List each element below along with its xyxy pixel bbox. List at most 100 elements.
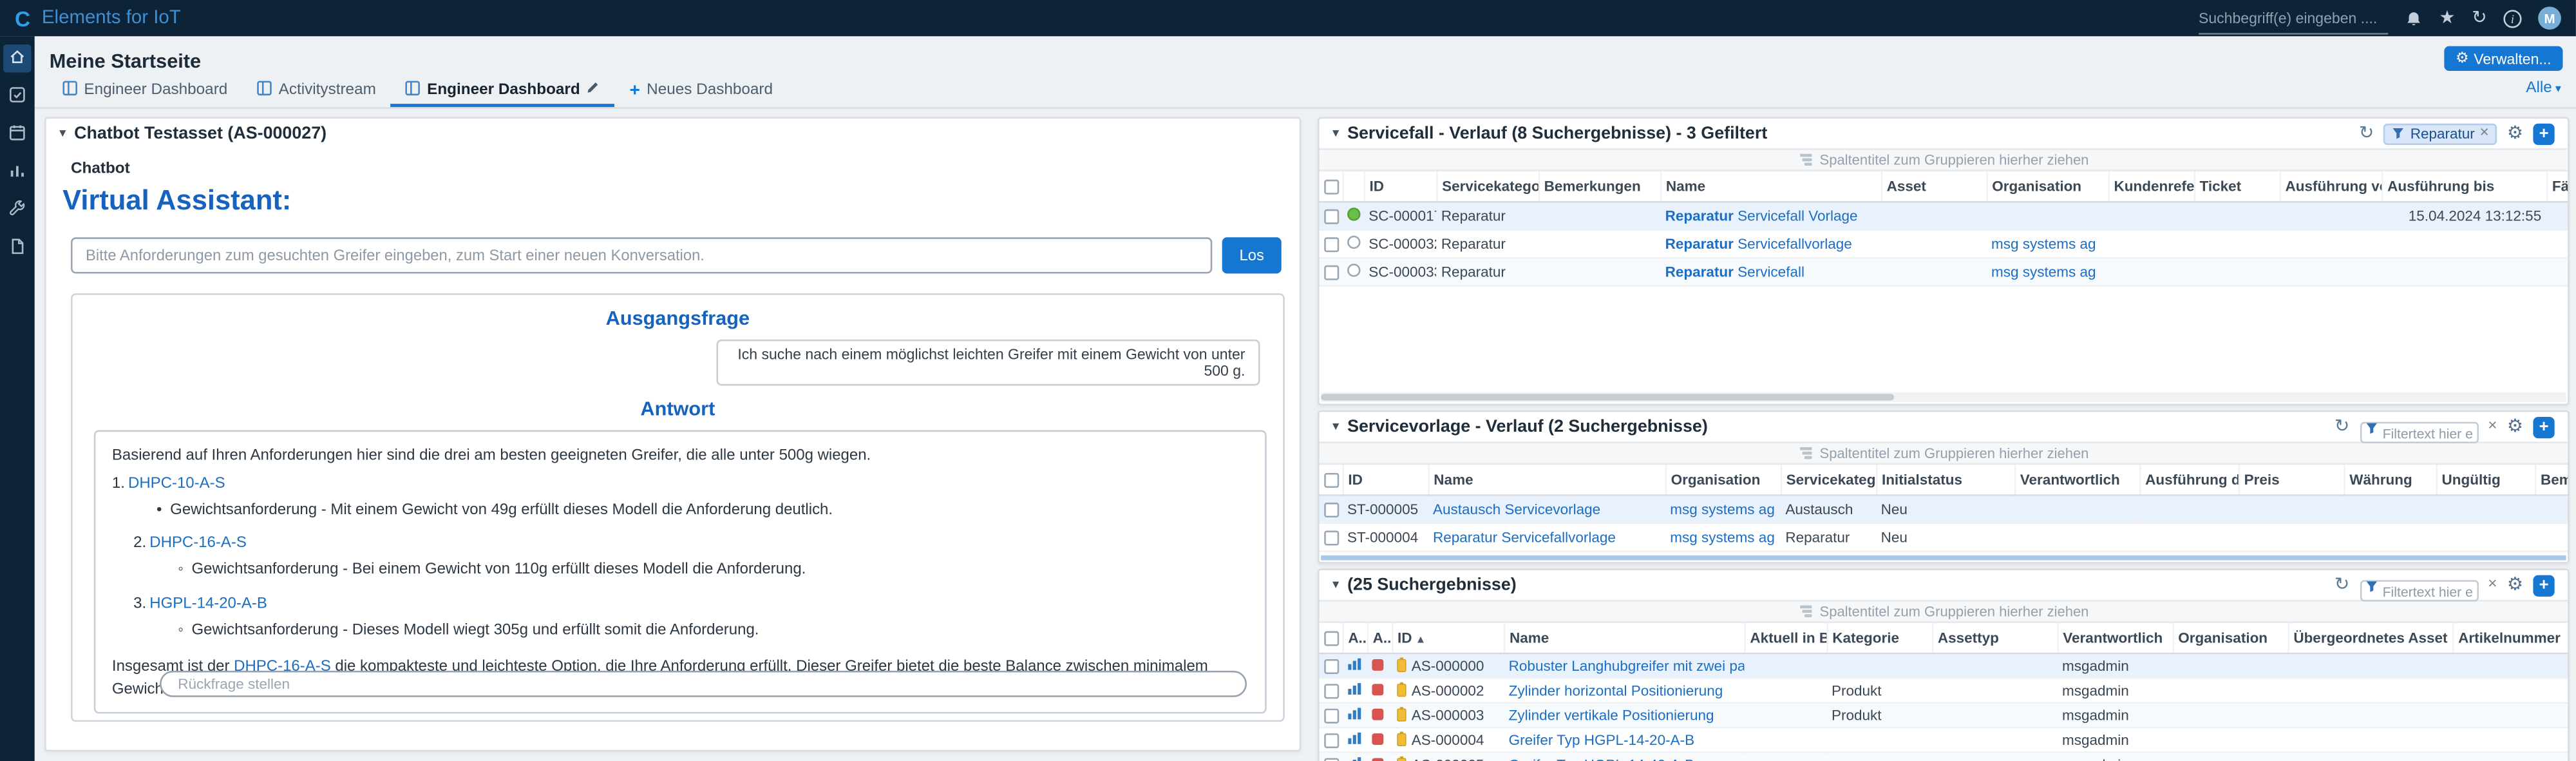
row-checkbox[interactable] (1324, 530, 1339, 544)
asset-name-link[interactable]: Zylinder vertikale Positionierung (1509, 707, 1714, 724)
col-header-initialstatus[interactable]: Initialstatus (1876, 465, 2014, 495)
table-row[interactable]: AS-000004 Greifer Typ HGPL-14-20-A-B msg… (1320, 727, 2568, 752)
col-header-uebergeordnetes-asset[interactable]: Übergeordnetes Asset (2287, 623, 2452, 653)
add-servicefall-button[interactable]: + (2533, 123, 2554, 144)
table-row[interactable]: AS-000000 Robuster Langhubgreifer mit zw… (1320, 653, 2568, 678)
servicefall-name-link[interactable]: Reparatur Servicefallvorlage (1665, 236, 1852, 253)
col-header-organisation[interactable]: Organisation (1986, 171, 2108, 202)
edit-pencil-icon[interactable] (587, 81, 600, 99)
model-link[interactable]: DHPC-10-A-S (128, 473, 225, 491)
add-asset-button[interactable]: + (2533, 574, 2554, 595)
sidebar-item-analytics[interactable] (3, 159, 31, 186)
col-header-servicekategorie[interactable]: Servicekategorie (1781, 465, 1876, 495)
followup-input[interactable] (160, 671, 1247, 697)
model-link[interactable]: HGPL-14-20-A-B (149, 593, 267, 611)
tab-activitystream[interactable]: Activitystream (242, 76, 390, 108)
col-header-organisation[interactable]: Organisation (1665, 465, 1781, 495)
col-header-assettyp[interactable]: Assettyp (1932, 623, 2057, 653)
info-icon[interactable]: i (2503, 9, 2521, 27)
sidebar-item-home[interactable] (3, 44, 31, 72)
row-checkbox[interactable] (1324, 659, 1339, 673)
user-avatar[interactable]: M (2538, 6, 2561, 30)
servicevorlage-name-link[interactable]: Austausch Servicevorlage (1433, 501, 1600, 517)
col-header-verantwortlich[interactable]: Verantwortlich (2057, 623, 2172, 653)
col-header-ausfuehrung-durch[interactable]: Ausführung durch (2139, 465, 2238, 495)
select-all-checkbox[interactable] (1324, 178, 1339, 193)
col-header-ticket[interactable]: Ticket (2194, 171, 2280, 202)
col-header-a2[interactable]: A.. (1367, 623, 1392, 653)
horizontal-scrollbar[interactable] (1321, 392, 2566, 402)
row-checkbox[interactable] (1324, 502, 1339, 517)
organisation-link[interactable]: msg systems ag (1991, 236, 2096, 253)
row-checkbox[interactable] (1324, 757, 1339, 761)
col-header-id[interactable]: ID (1364, 171, 1437, 202)
collapse-caret-icon[interactable]: ▾ (1332, 579, 1339, 592)
gear-icon[interactable]: ⚙ (2507, 576, 2523, 594)
asset-name-link[interactable]: Robuster Langhubgreifer mit zwei paralle… (1509, 657, 1745, 674)
table-row[interactable]: AS-000002 Zylinder horizontal Positionie… (1320, 678, 2568, 702)
col-header-id[interactable]: ID (1342, 465, 1428, 495)
select-all-checkbox[interactable] (1324, 630, 1339, 645)
organisation-link[interactable]: msg systems ag (1670, 501, 1775, 517)
group-by-bar[interactable]: Spaltentitel zum Gruppieren hierher zieh… (1320, 441, 2568, 465)
col-header-bemerkungen[interactable]: Bemer... (2535, 465, 2568, 495)
col-header-aktuell-in-betrieb[interactable]: Aktuell in Betrieb (1744, 623, 1826, 653)
sidebar-item-calendar[interactable] (3, 120, 31, 148)
col-header-faelligkeit[interactable]: Fä... (2546, 171, 2568, 202)
select-all-checkbox[interactable] (1324, 472, 1339, 487)
row-checkbox[interactable] (1324, 209, 1339, 224)
tab-new-dashboard[interactable]: + Neues Dashboard (614, 76, 788, 108)
scope-filter-dropdown[interactable]: Alle▾ (2526, 79, 2561, 97)
clear-filter-icon[interactable]: × (2488, 577, 2497, 593)
manage-dashboards-button[interactable]: ⚙ Verwalten... (2444, 46, 2562, 71)
col-header-kundenreferenz[interactable]: Kundenreferen... (2108, 171, 2194, 202)
assistant-query-input[interactable] (71, 237, 1212, 273)
sidebar-item-tools[interactable] (3, 196, 31, 224)
table-row[interactable]: AS-000003 Zylinder vertikale Positionier… (1320, 703, 2568, 727)
bell-icon[interactable] (2405, 9, 2423, 27)
row-checkbox[interactable] (1324, 236, 1339, 251)
asset-name-link[interactable]: Greifer Typ HGPL-14-20-A-B (1509, 732, 1694, 749)
add-servicevorlage-button[interactable]: + (2533, 416, 2554, 438)
remove-filter-icon[interactable]: × (2479, 126, 2488, 141)
refresh-icon[interactable]: ↻ (2334, 418, 2350, 436)
col-header-ausfuehrung-von[interactable]: Ausführung von (2280, 171, 2382, 202)
collapse-caret-icon[interactable]: ▾ (59, 127, 66, 140)
servicefall-name-link[interactable]: Reparatur Servicefall Vorlage (1665, 207, 1858, 224)
scrollbar-thumb[interactable] (1321, 394, 1893, 400)
collapse-caret-icon[interactable]: ▾ (1332, 420, 1339, 433)
row-checkbox[interactable] (1324, 733, 1339, 747)
col-header-waehrung[interactable]: Währung (2344, 465, 2436, 495)
sidebar-item-approvals[interactable] (3, 82, 31, 110)
gear-icon[interactable]: ⚙ (2507, 418, 2523, 436)
organisation-link[interactable]: msg systems ag (1670, 529, 1775, 546)
servicevorlage-name-link[interactable]: Reparatur Servicefallvorlage (1433, 529, 1616, 546)
row-checkbox[interactable] (1324, 708, 1339, 722)
table-row[interactable]: SC-000017 Reparatur Reparatur Servicefal… (1320, 202, 2568, 229)
row-checkbox[interactable] (1324, 683, 1339, 698)
col-header-name[interactable]: Name (1660, 171, 1881, 202)
row-checkbox[interactable] (1324, 264, 1339, 279)
col-header-organisation[interactable]: Organisation (2172, 623, 2287, 653)
tab-engineer-dashboard-1[interactable]: Engineer Dashboard (48, 76, 242, 108)
table-row[interactable]: AS-000005 Greifer Typ HGPL-14-40-A-B msg… (1320, 752, 2568, 761)
table-row[interactable]: SC-000032 Reparatur Reparatur Servicefal… (1320, 230, 2568, 258)
global-search-input[interactable] (2199, 10, 2388, 26)
organisation-link[interactable]: msg systems ag (1991, 264, 2096, 280)
asset-name-link[interactable]: Zylinder horizontal Positionierung (1509, 682, 1723, 699)
col-header-preis[interactable]: Preis (2239, 465, 2344, 495)
col-header-verantwortlich[interactable]: Verantwortlich (2014, 465, 2139, 495)
col-header-asset[interactable]: Asset (1881, 171, 1987, 202)
asset-name-link[interactable]: Greifer Typ HGPL-14-40-A-B (1509, 756, 1694, 761)
clear-filter-icon[interactable]: × (2488, 419, 2497, 434)
col-header-a1[interactable]: A.. (1342, 623, 1367, 653)
gear-icon[interactable]: ⚙ (2507, 124, 2523, 142)
tab-engineer-dashboard-2[interactable]: Engineer Dashboard (391, 76, 615, 108)
horizontal-scrollbar[interactable] (1321, 555, 2566, 561)
collapse-caret-icon[interactable]: ▾ (1332, 127, 1339, 140)
col-header-name[interactable]: Name (1428, 465, 1665, 495)
col-header-id[interactable]: ID▲ (1392, 623, 1504, 653)
col-header-ausfuehrung-bis[interactable]: Ausführung bis (2382, 171, 2546, 202)
refresh-icon[interactable]: ↻ (2334, 576, 2350, 594)
refresh-icon[interactable]: ↻ (2359, 124, 2374, 142)
